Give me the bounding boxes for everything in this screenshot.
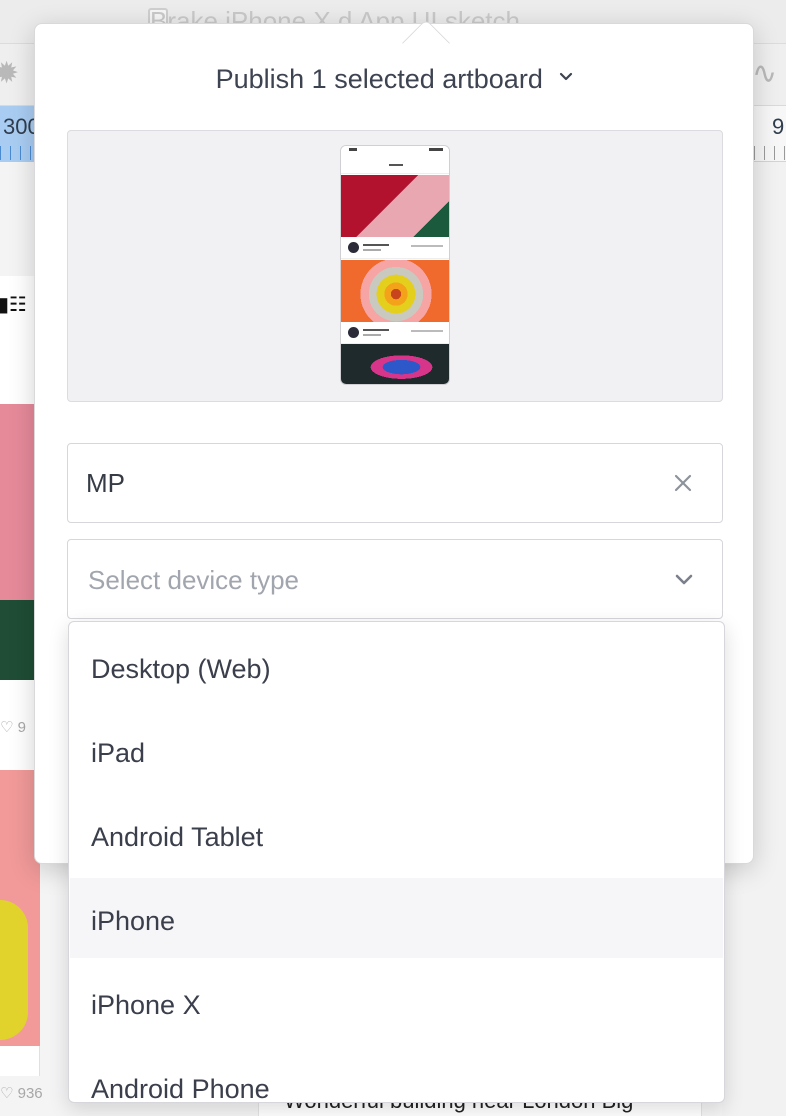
thumbnail-meta-1 [341,237,449,259]
device-option-label: iPhone X [91,990,201,1020]
project-name-input[interactable] [86,464,646,502]
device-option-label: Android Tablet [91,822,264,852]
heart-icon: ♡ 9 [0,719,26,736]
thumbnail-image-1 [341,175,449,237]
heart-icon: ♡ 936 [0,1085,43,1102]
device-type-dropdown: Desktop (Web) iPad Android Tablet iPhone… [68,621,725,1103]
publish-title-dropdown[interactable]: Publish 1 selected artboard [35,64,755,95]
thumbnail-image-2 [341,260,449,322]
project-name-field[interactable] [67,443,723,523]
ruler-ticks-right [754,146,786,160]
artboard-preview [67,130,723,402]
device-option-ipad[interactable]: iPad [70,710,723,790]
artboard-thumbnail [340,145,450,385]
wifi-icon: ▮☷ [0,294,27,316]
device-option-android-phone[interactable]: Android Phone [70,1046,723,1103]
chevron-down-icon[interactable] [670,566,698,594]
curve-tool-icon: ∿ [752,57,778,90]
device-option-android-tablet[interactable]: Android Tablet [70,794,723,874]
device-option-iphone-x[interactable]: iPhone X [70,962,723,1042]
device-type-placeholder: Select device type [88,565,300,595]
publish-title: Publish 1 selected artboard [215,64,543,94]
popover-arrow [401,18,451,68]
gear-icon: ✹ [0,57,20,90]
device-option-iphone[interactable]: iPhone [70,878,723,958]
thumbnail-meta-2 [341,322,449,344]
device-option-label: iPad [91,738,146,768]
device-option-label: iPhone [91,906,176,936]
thumbnail-status-bar [341,146,449,158]
device-type-select[interactable]: Select device type [67,539,723,619]
device-option-desktop-web[interactable]: Desktop (Web) [70,626,723,706]
like-count: 9 [17,719,26,736]
thumbnail-image-3 [341,344,449,384]
chevron-down-icon [560,72,573,81]
device-option-label: Desktop (Web) [91,654,271,684]
background-image-2-accent [0,900,28,1040]
thumbnail-nav-bar [341,158,449,174]
like-count: 936 [17,1085,43,1102]
ruler-number-right: 9 [772,114,785,139]
device-option-label: Android Phone [91,1074,270,1103]
close-icon[interactable] [668,468,698,498]
ruler-ticks [0,146,36,160]
